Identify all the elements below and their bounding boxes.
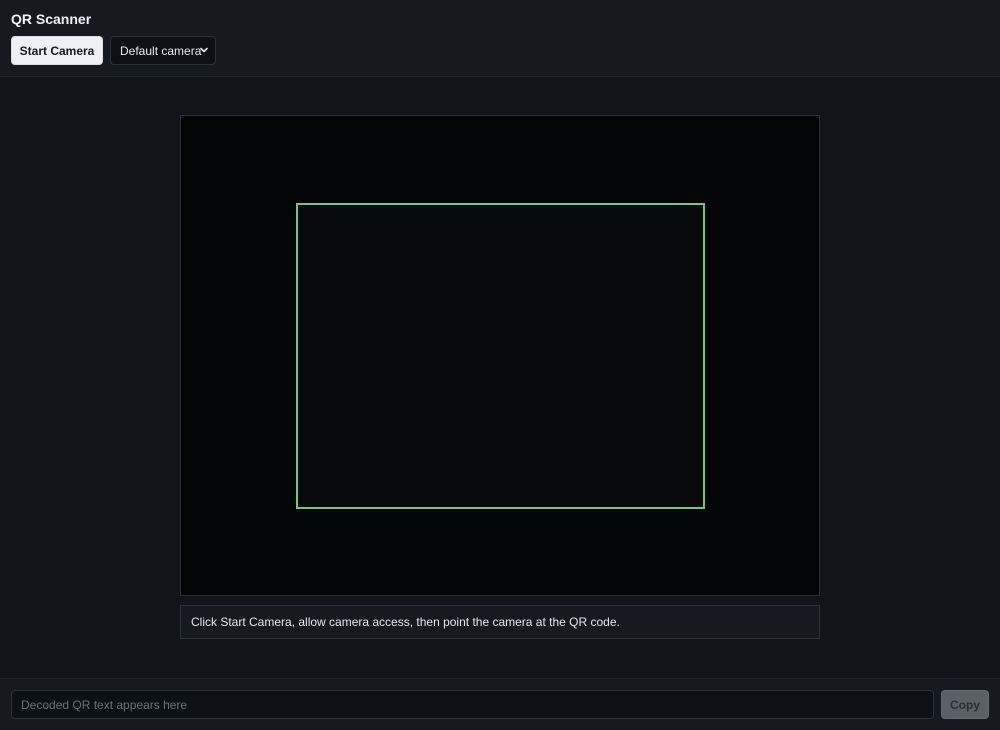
status-message: Click Start Camera, allow camera access,…: [180, 605, 820, 639]
scan-frame: [296, 203, 705, 509]
camera-select[interactable]: Default camera: [110, 36, 216, 65]
chevron-down-icon: [200, 47, 208, 53]
camera-select-value: Default camera: [120, 43, 202, 58]
copy-button[interactable]: Copy: [941, 690, 989, 719]
decoded-text-field[interactable]: [11, 690, 934, 719]
status-text: Click Start Camera, allow camera access,…: [191, 615, 620, 629]
top-toolbar: QR Scanner Start Camera Default camera: [0, 0, 1000, 77]
page-title: QR Scanner: [11, 11, 92, 27]
camera-viewport: [180, 115, 820, 596]
start-camera-button[interactable]: Start Camera: [11, 36, 103, 65]
bottom-bar: Copy: [0, 678, 1000, 730]
